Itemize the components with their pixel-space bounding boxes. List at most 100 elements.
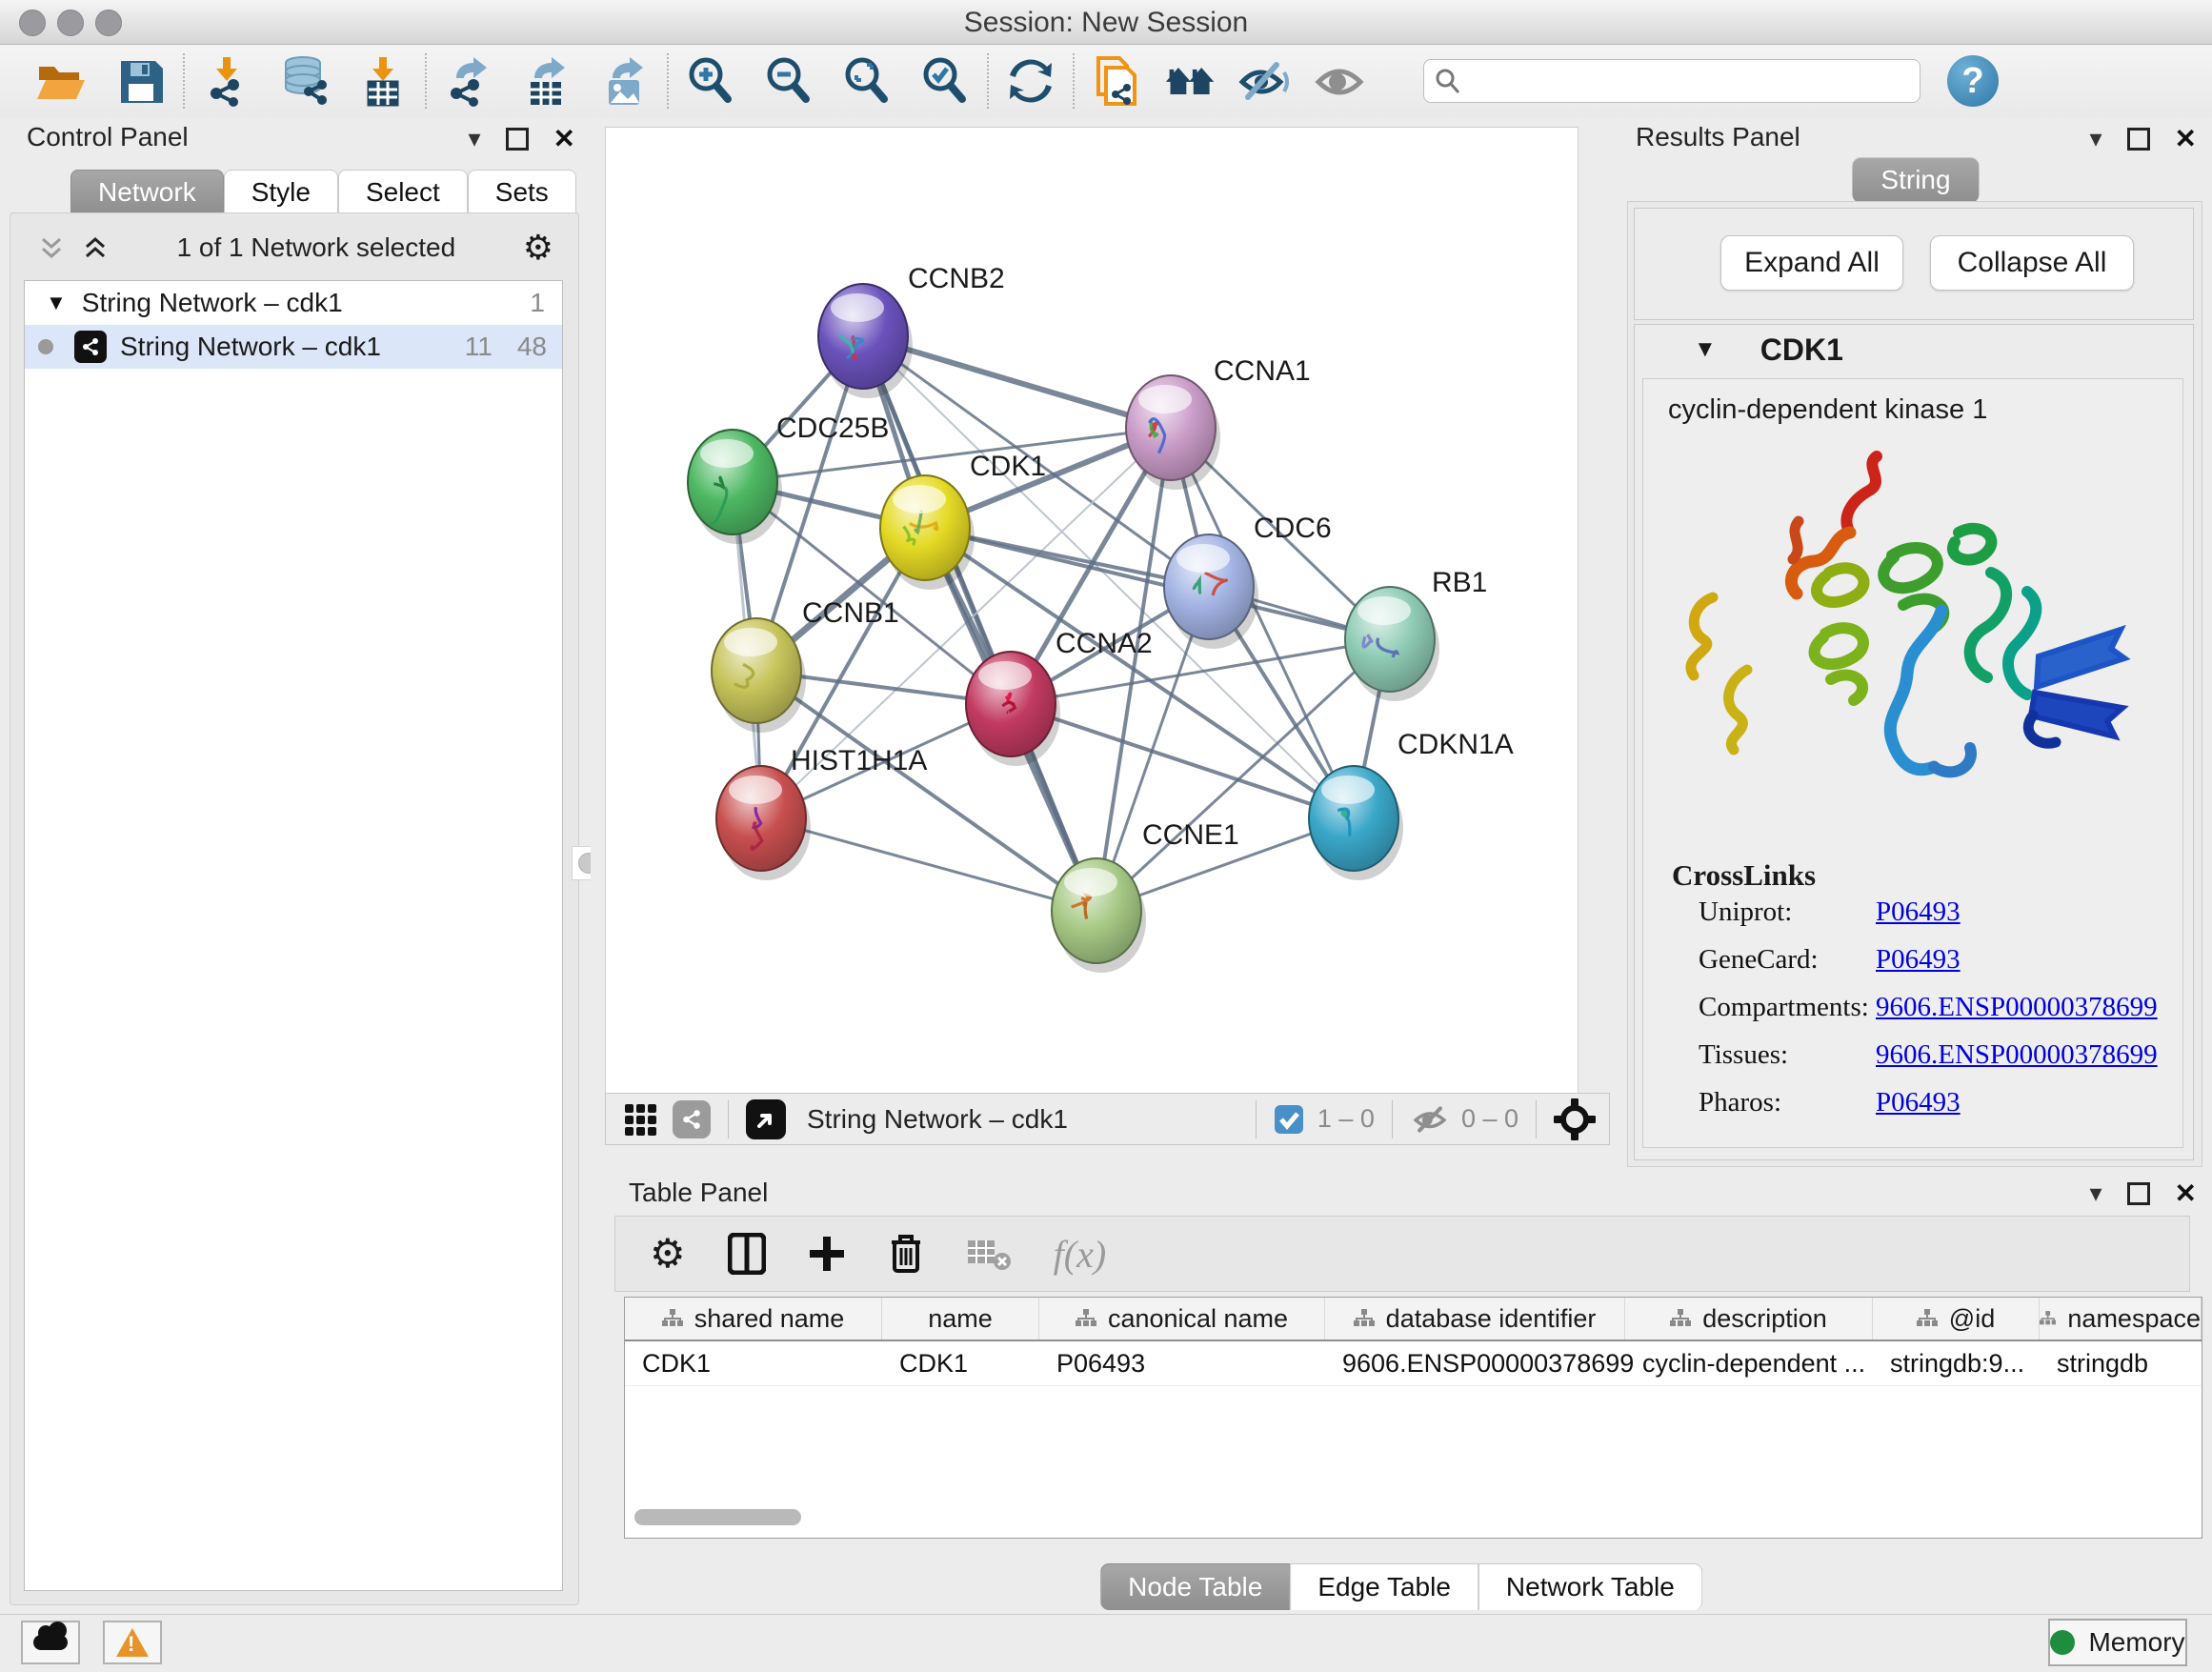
selected-checkbox-icon[interactable] (1274, 1104, 1304, 1135)
warnings-button[interactable] (103, 1621, 162, 1664)
node-RB1[interactable]: RB1 (1345, 567, 1487, 701)
expand-all-button[interactable]: Expand All (1720, 235, 1903, 291)
tab-network[interactable]: Network (70, 170, 224, 214)
cell-name[interactable]: CDK1 (882, 1341, 1039, 1385)
network-canvas[interactable]: CCNB2CCNA1CDC25BCDK1CDC6RB1CCNB1CCNA2CDK… (605, 127, 1579, 1095)
network-row-selected[interactable]: String Network – cdk1 11 48 (25, 325, 562, 369)
tab-sets[interactable]: Sets (468, 170, 576, 214)
help-button[interactable]: ? (1947, 55, 1999, 107)
export-network-icon[interactable] (442, 54, 495, 108)
function-builder-icon[interactable]: f(x) (1054, 1232, 1107, 1277)
tab-style[interactable]: Style (224, 170, 338, 214)
node-HIST1H1A[interactable]: HIST1H1A (716, 745, 927, 880)
duplicate-network-icon[interactable] (1090, 54, 1143, 108)
network-options-gear-icon[interactable]: ⚙ (523, 231, 553, 265)
crosslink-link[interactable]: 9606.ENSP00000378699 (1876, 992, 2158, 1023)
column-header-id[interactable]: @id (1873, 1298, 2040, 1340)
column-header-description[interactable]: description (1625, 1298, 1873, 1340)
window-title: Session: New Session (0, 7, 2212, 39)
fit-content-crosshair-icon[interactable] (1554, 1098, 1596, 1140)
tab-node-table[interactable]: Node Table (1100, 1563, 1290, 1610)
crosslink-link[interactable]: P06493 (1876, 1087, 1961, 1118)
horizontal-scrollbar-thumb[interactable] (634, 1509, 801, 1525)
table-row[interactable]: CDK1CDK1P064939606.ENSP00000378699cyclin… (625, 1341, 2202, 1386)
cell-description[interactable]: cyclin-dependent ... (1625, 1341, 1873, 1385)
cloud-status-button[interactable] (21, 1621, 80, 1664)
crosslink-row: GeneCard:P06493 (1699, 944, 2182, 976)
memory-button[interactable]: Memory (2048, 1619, 2187, 1666)
panel-menu-caret-icon[interactable]: ▾ (468, 124, 480, 153)
zoom-in-icon[interactable] (684, 54, 737, 108)
crosslink-link[interactable]: 9606.ENSP00000378699 (1876, 1039, 2158, 1071)
panel-close-icon[interactable]: ✕ (553, 123, 575, 154)
tab-network-table[interactable]: Network Table (1478, 1563, 1702, 1610)
network-selection-status: 1 of 1 Network selected (110, 232, 523, 263)
cell-canonical-name[interactable]: P06493 (1039, 1341, 1325, 1385)
panel-float-icon[interactable] (2127, 1182, 2150, 1205)
open-session-icon[interactable] (34, 54, 88, 108)
add-column-plus-icon[interactable] (808, 1235, 846, 1273)
column-header-shared-name[interactable]: shared name (625, 1298, 882, 1340)
tab-edge-table[interactable]: Edge Table (1290, 1563, 1478, 1610)
zoom-selected-icon[interactable] (918, 54, 972, 108)
panel-float-icon[interactable] (2127, 128, 2150, 151)
import-network-file-icon[interactable] (200, 54, 253, 108)
panel-menu-caret-icon[interactable]: ▾ (2089, 1178, 2101, 1208)
edge-HIST1H1A-CCNE1[interactable] (761, 818, 1096, 911)
home-legacy-icon[interactable] (1164, 54, 1217, 108)
node-CDC25B[interactable]: CDC25B (688, 413, 889, 544)
cell-database-identifier[interactable]: 9606.ENSP00000378699 (1325, 1341, 1625, 1385)
column-header-database-identifier[interactable]: database identifier (1325, 1298, 1625, 1340)
refresh-icon[interactable] (1004, 54, 1057, 108)
tab-select[interactable]: Select (338, 170, 468, 214)
edge-CDK1-RB1[interactable] (925, 528, 1390, 639)
crosslink-label: Tissues: (1699, 1039, 1876, 1071)
search-input[interactable] (1462, 66, 1910, 97)
toolbar-search-field[interactable] (1423, 59, 1920, 103)
expand-all-chevrons-icon[interactable] (81, 233, 110, 262)
hide-panel-eye-icon[interactable] (1238, 54, 1292, 108)
cell-namespace[interactable]: stringdb (2040, 1341, 2202, 1385)
cell-id[interactable]: stringdb:9... (1873, 1341, 2040, 1385)
zoom-out-icon[interactable] (762, 54, 815, 108)
network-type-share-icon[interactable] (673, 1100, 711, 1138)
export-image-icon[interactable] (598, 54, 652, 108)
column-header-name[interactable]: name (882, 1298, 1039, 1340)
collapse-all-button[interactable]: Collapse All (1930, 235, 2134, 291)
show-panel-eye-icon[interactable] (1313, 54, 1366, 108)
node-CDC6[interactable]: CDC6 (1164, 513, 1332, 649)
export-table-icon[interactable] (520, 54, 573, 108)
crosslink-link[interactable]: P06493 (1876, 944, 1961, 976)
save-session-icon[interactable] (114, 54, 168, 108)
column-header-canonical-name[interactable]: canonical name (1039, 1298, 1325, 1340)
node-label-CDC25B: CDC25B (776, 413, 889, 444)
panel-close-icon[interactable]: ✕ (2175, 123, 2197, 154)
panel-menu-caret-icon[interactable]: ▾ (2089, 124, 2101, 153)
node-CDKN1A[interactable]: CDKN1A (1309, 729, 1514, 880)
import-network-database-icon[interactable] (278, 54, 332, 108)
collection-expand-caret-icon[interactable]: ▼ (46, 291, 67, 315)
collapse-all-chevrons-icon[interactable] (37, 233, 66, 262)
show-columns-icon[interactable] (728, 1233, 766, 1275)
crosslink-link[interactable]: P06493 (1876, 896, 1961, 928)
panel-float-icon[interactable] (506, 128, 529, 151)
node-label-CDKN1A: CDKN1A (1398, 729, 1514, 760)
import-table-file-icon[interactable] (356, 54, 410, 108)
entry-collapse-caret-icon[interactable]: ▼ (1694, 336, 1717, 363)
column-header-namespace[interactable]: namespace (2040, 1298, 2202, 1340)
delete-table-icon[interactable] (966, 1237, 1012, 1271)
node-CCNB1[interactable]: CCNB1 (712, 597, 899, 733)
panel-close-icon[interactable]: ✕ (2175, 1178, 2197, 1209)
table-options-gear-icon[interactable]: ⚙ (650, 1234, 686, 1274)
delete-column-trash-icon[interactable] (888, 1233, 924, 1275)
cell-shared-name[interactable]: CDK1 (625, 1341, 882, 1385)
network-collection-row[interactable]: ▼ String Network – cdk1 1 (25, 281, 562, 325)
node-CCNE1[interactable]: CCNE1 (1052, 819, 1239, 973)
tab-string[interactable]: String (1852, 157, 1979, 203)
crosslink-label: Uniprot: (1699, 896, 1876, 928)
open-in-new-window-icon[interactable] (746, 1099, 786, 1139)
node-CCNB2[interactable]: CCNB2 (818, 263, 1005, 398)
zoom-fit-icon[interactable] (840, 54, 894, 108)
birds-eye-grid-icon[interactable] (623, 1102, 657, 1137)
node-CCNA1[interactable]: CCNA1 (1126, 355, 1311, 490)
